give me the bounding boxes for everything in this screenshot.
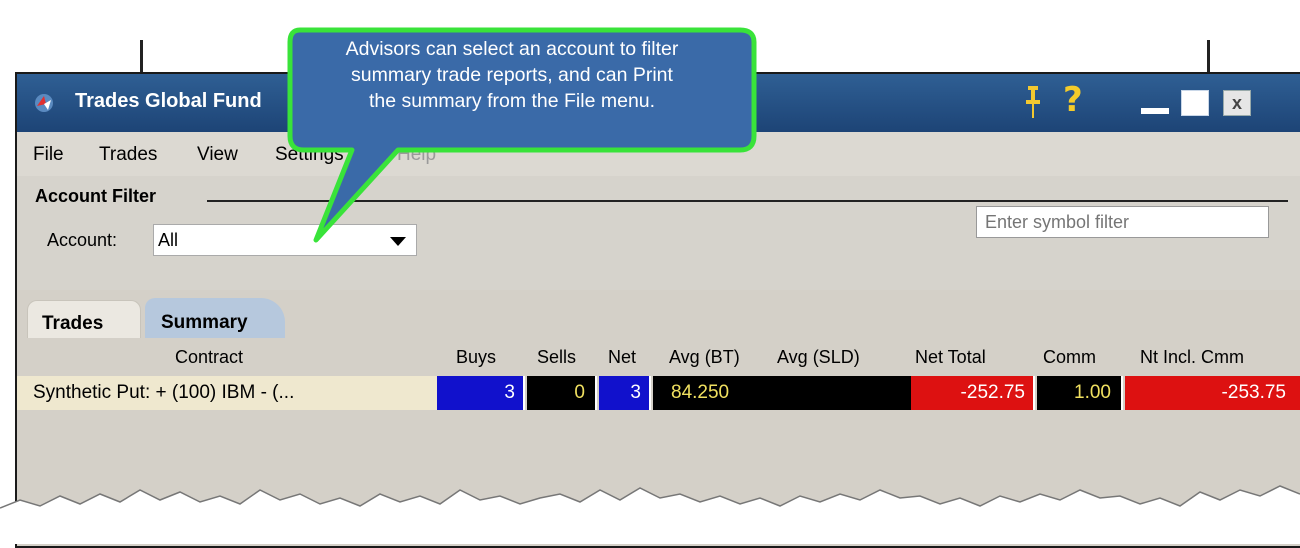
header-net-total[interactable]: Net Total [915,347,986,368]
divider [207,200,1288,202]
menu-trades[interactable]: Trades [99,144,157,166]
cell-avg-sld [783,376,911,410]
callout-line-3: the summary from the File menu. [368,90,656,112]
cell-contract: Synthetic Put: + (100) IBM - (... [17,376,437,410]
account-label: Account: [47,230,118,250]
cell-avg-bt: 84.250 [653,376,783,410]
close-icon[interactable]: x [1223,90,1251,116]
background-window-edge-right [1207,40,1210,72]
tab-summary[interactable]: Summary [145,298,285,338]
background-window-edge-left [140,40,143,72]
menu-bar: File Trades View Settings Help [17,132,1300,176]
header-nt-incl-cmm[interactable]: Nt Incl. Cmm [1140,347,1244,368]
account-select-value: All [158,230,179,250]
account-select[interactable]: All [153,224,417,256]
app-icon [35,94,53,112]
tab-trades[interactable]: Trades [27,300,141,338]
header-net[interactable]: Net [608,347,636,368]
cell-comm: 1.00 [1037,376,1123,410]
menu-help[interactable]: Help [397,144,436,166]
menu-view[interactable]: View [197,144,238,166]
header-avg-bt[interactable]: Avg (BT) [669,347,740,368]
callout-line-2: summary trade reports, and can Print [351,64,673,86]
header-sells[interactable]: Sells [537,347,576,368]
cell-net: 3 [599,376,651,410]
dropdown-arrow-icon[interactable] [390,237,406,246]
cell-nt-incl-cmm: -253.75 [1125,376,1300,410]
pin-icon[interactable] [1023,84,1043,120]
cell-sells: 0 [527,376,597,410]
header-contract[interactable]: Contract [175,347,243,368]
callout-text: Advisors can select an account to filter… [282,36,742,114]
header-avg-sld[interactable]: Avg (SLD) [777,347,860,368]
torn-edge [0,485,1300,544]
header-buys[interactable]: Buys [456,347,496,368]
cell-net-total: -252.75 [911,376,1035,410]
menu-file[interactable]: File [33,144,64,166]
help-icon[interactable]: ? [1063,80,1083,120]
maximize-icon[interactable] [1181,90,1209,116]
table-header: Contract Buys Sells Net Avg (BT) Avg (SL… [17,338,1300,376]
account-filter-title: Account Filter [35,186,157,206]
tab-strip: Trades Summary [17,290,1300,338]
header-comm[interactable]: Comm [1043,347,1096,368]
callout-line-1: Advisors can select an account to filter [345,38,679,60]
menu-settings[interactable]: Settings [275,144,344,166]
cell-buys: 3 [437,376,525,410]
table-row[interactable]: Synthetic Put: + (100) IBM - (... 3 0 3 … [17,376,1300,410]
minimize-icon[interactable] [1141,108,1169,114]
window-title: Trades Global Fund [75,90,262,112]
symbol-filter-input[interactable] [976,206,1269,238]
